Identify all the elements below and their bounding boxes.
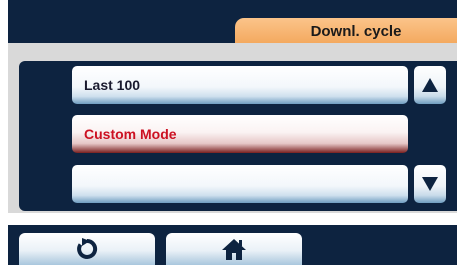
triangle-down-icon — [422, 177, 438, 191]
back-button[interactable] — [19, 233, 155, 265]
home-button[interactable] — [166, 233, 302, 265]
page-title: Downl. cycle — [235, 18, 457, 45]
back-arrow-icon — [77, 238, 98, 259]
scroll-up-button[interactable] — [414, 66, 446, 104]
screen: Downl. cycle Last 100 Custom Mode — [0, 0, 457, 265]
list-item-empty[interactable] — [72, 165, 408, 203]
scroll-down-button[interactable] — [414, 165, 446, 203]
list-item-last-100[interactable]: Last 100 — [72, 66, 408, 104]
home-icon — [222, 239, 246, 260]
list-item-custom-mode[interactable]: Custom Mode — [72, 115, 408, 153]
triangle-up-icon — [422, 78, 438, 92]
